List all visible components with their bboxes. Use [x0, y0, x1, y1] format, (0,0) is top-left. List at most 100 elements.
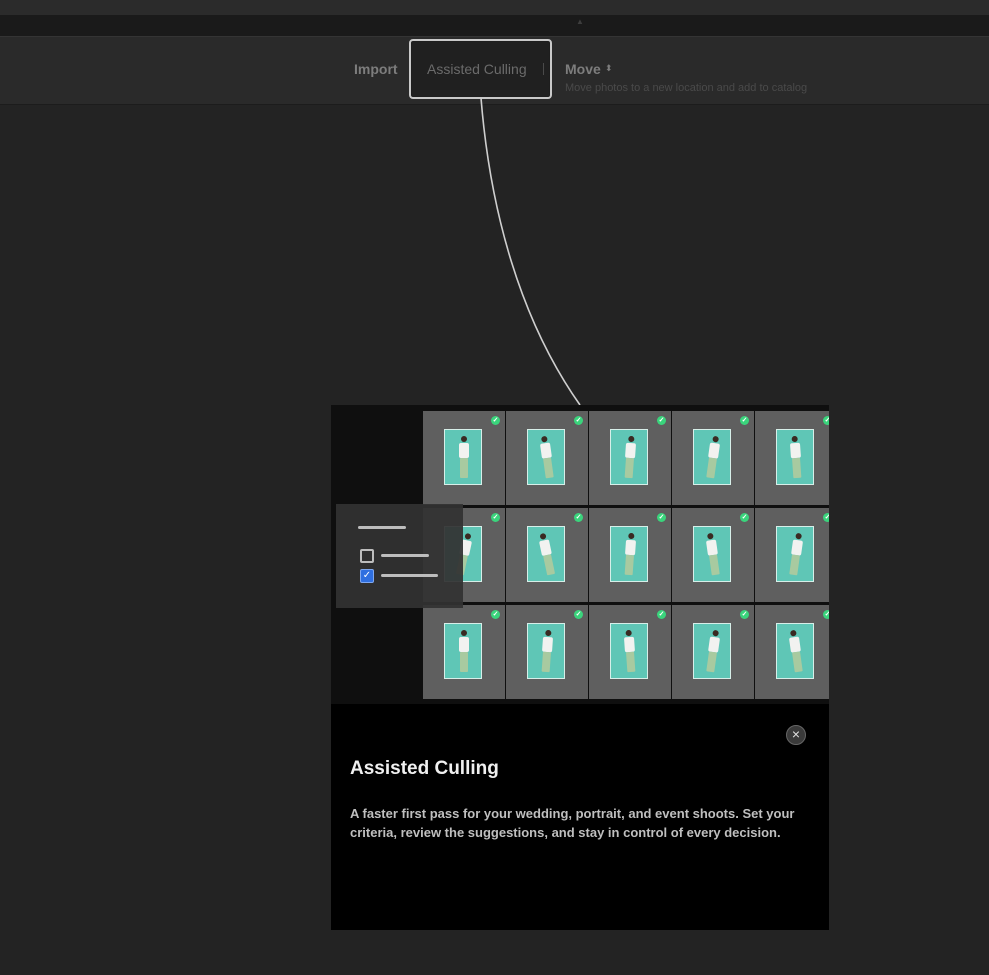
move-mode-button[interactable]: Move	[565, 61, 601, 77]
check-icon: ✓	[823, 610, 829, 619]
fig-head	[789, 629, 797, 637]
fig-legs	[541, 651, 551, 673]
portrait-photo	[776, 526, 814, 582]
photo-thumbnail: ✓	[506, 605, 588, 699]
fig-head	[791, 435, 798, 443]
check-icon: ✓	[740, 610, 749, 619]
criteria-header-placeholder	[358, 526, 406, 529]
person-figure-icon	[788, 435, 803, 481]
fig-legs	[789, 554, 800, 576]
photo-thumbnail: ✓	[506, 411, 588, 505]
portrait-photo	[527, 623, 565, 679]
criteria-label-placeholder	[381, 574, 438, 577]
portrait-photo	[693, 526, 731, 582]
fig-legs	[460, 652, 468, 672]
photo-thumbnail: ✓	[672, 411, 754, 505]
fig-head	[464, 532, 472, 540]
move-mode-description: Move photos to a new location and add to…	[565, 82, 808, 94]
check-icon: ✓	[657, 416, 666, 425]
photo-thumbnail: ✓	[672, 508, 754, 602]
person-figure-icon	[537, 532, 558, 578]
check-icon: ✓	[657, 513, 666, 522]
coachmark-illustration: ✓ ✓ ✓ ✓ ✓ ✓ ✓ ✓ ✓ ✓ ✓ ✓ ✓ ✓ ✓ ✓	[331, 405, 829, 704]
person-figure-icon	[622, 435, 637, 481]
portrait-photo	[776, 623, 814, 679]
fig-body	[542, 636, 554, 653]
person-figure-icon	[539, 629, 554, 675]
person-figure-icon	[787, 532, 805, 577]
fig-body	[459, 637, 469, 652]
fig-legs	[543, 457, 554, 479]
person-figure-icon	[787, 629, 805, 674]
portrait-photo	[610, 623, 648, 679]
portrait-photo	[444, 429, 482, 485]
coachmark-title: Assisted Culling	[350, 758, 499, 779]
mode-divider	[543, 63, 544, 75]
photo-thumbnail: ✓	[755, 605, 829, 699]
fig-body	[708, 442, 721, 459]
import-mode-button[interactable]: Import	[354, 61, 398, 77]
portrait-photo	[610, 429, 648, 485]
check-icon: ✓	[574, 610, 583, 619]
assisted-culling-coachmark: ✓ ✓ ✓ ✓ ✓ ✓ ✓ ✓ ✓ ✓ ✓ ✓ ✓ ✓ ✓ ✓ × Assisted Culling A f…	[331, 405, 829, 930]
criteria-checkbox-unchecked	[360, 549, 374, 563]
fig-head	[628, 532, 635, 540]
portrait-photo	[527, 526, 565, 582]
photo-thumbnail: ✓	[589, 605, 671, 699]
person-figure-icon	[622, 532, 637, 578]
check-icon: ✓	[491, 513, 500, 522]
person-figure-icon	[622, 629, 637, 675]
fig-body	[459, 443, 469, 458]
person-figure-icon	[704, 435, 722, 480]
fig-body	[708, 636, 721, 653]
fig-legs	[460, 458, 468, 478]
fig-legs	[626, 651, 636, 673]
check-icon: ✓	[491, 610, 500, 619]
top-panel-strip: ▲	[0, 15, 989, 37]
fig-legs	[709, 554, 720, 576]
fig-head	[795, 532, 803, 540]
check-icon: ✓	[491, 416, 500, 425]
fig-body	[623, 636, 635, 653]
coachmark-body: A faster first pass for your wedding, po…	[350, 806, 795, 840]
portrait-photo	[527, 429, 565, 485]
fig-legs	[543, 554, 556, 576]
check-icon: ✓	[740, 513, 749, 522]
window-titlebar	[0, 0, 989, 15]
collapse-panel-icon[interactable]: ▲	[575, 17, 585, 27]
fig-body	[625, 442, 637, 459]
portrait-photo	[610, 526, 648, 582]
fig-body	[705, 539, 718, 556]
photo-thumbnail: ✓	[589, 411, 671, 505]
person-figure-icon	[458, 436, 470, 480]
import-toolbar: Import Assisted Culling Move ⬍ Move phot…	[0, 37, 989, 105]
fig-body	[791, 539, 804, 556]
photo-thumbnail: ✓	[506, 508, 588, 602]
photo-thumbnail: ✓	[755, 508, 829, 602]
photo-thumbnail: ✓	[423, 605, 505, 699]
fig-legs	[792, 457, 802, 479]
criteria-panel: ✓	[336, 504, 463, 608]
criteria-label-placeholder	[381, 554, 429, 557]
person-figure-icon	[538, 435, 556, 480]
fig-legs	[706, 651, 717, 673]
assisted-culling-mode-button[interactable]: Assisted Culling	[427, 61, 527, 77]
fig-head	[461, 436, 467, 442]
fig-legs	[792, 651, 803, 673]
photo-thumbnail: ✓	[755, 411, 829, 505]
fig-head	[545, 629, 552, 637]
portrait-photo	[693, 623, 731, 679]
fig-legs	[624, 554, 634, 576]
fig-head	[712, 629, 720, 637]
portrait-photo	[776, 429, 814, 485]
person-figure-icon	[458, 630, 470, 674]
move-dropdown-icon[interactable]: ⬍	[605, 63, 613, 74]
check-icon: ✓	[740, 416, 749, 425]
fig-legs	[706, 457, 717, 479]
close-icon[interactable]: ×	[786, 725, 806, 745]
fig-head	[461, 630, 467, 636]
fig-body	[788, 636, 801, 653]
person-figure-icon	[704, 629, 722, 674]
fig-body	[539, 442, 552, 459]
check-icon: ✓	[823, 416, 829, 425]
